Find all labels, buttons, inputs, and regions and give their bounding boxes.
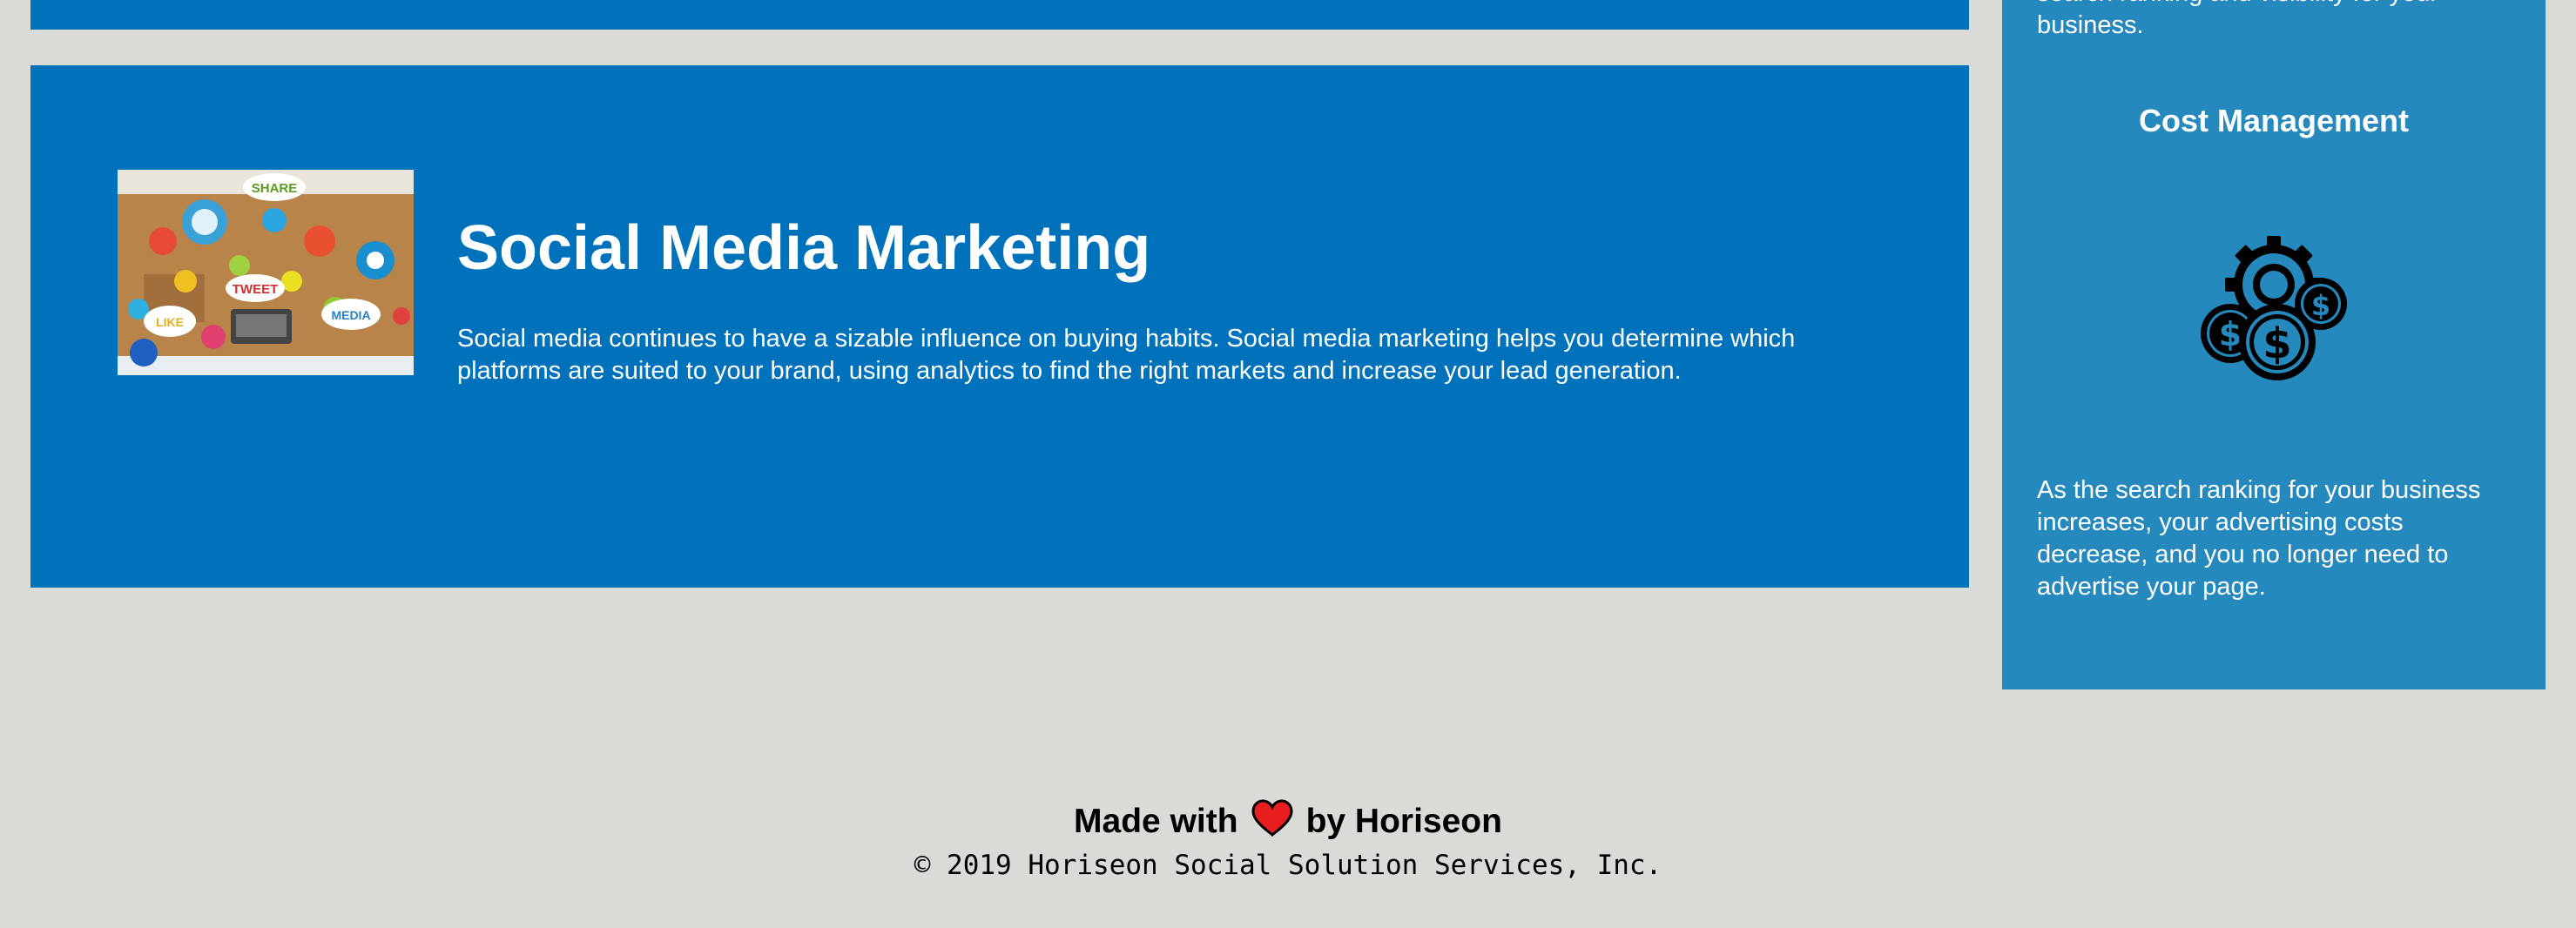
section-title: Social Media Marketing xyxy=(457,213,1151,283)
page-footer: Made with by Horiseon © 2019 Horiseon Soc… xyxy=(0,799,2576,883)
gear-coins-icon: $ $ $ xyxy=(2197,231,2350,384)
benefits-sidebar: search ranking and visibility for your b… xyxy=(2002,0,2546,689)
share-bubble-label: SHARE xyxy=(252,181,298,196)
svg-text:$: $ xyxy=(2311,289,2330,322)
media-bubble-label: MEDIA xyxy=(331,308,370,322)
footer-credit: Made with by Horiseon xyxy=(0,799,2576,848)
social-media-image: SHARE TWEET LIKE MEDIA xyxy=(118,170,414,375)
previous-content-panel xyxy=(30,0,1969,30)
previous-benefit-text: search ranking and visibility for your b… xyxy=(2037,0,2438,39)
cost-management-title: Cost Management xyxy=(2138,103,2410,138)
tweet-bubble-label: TWEET xyxy=(233,282,279,297)
footer-copyright: © 2019 Horiseon Social Solution Services… xyxy=(914,850,1662,881)
footer-made-with: Made with xyxy=(1074,803,1238,840)
social-media-marketing-section: SHARE TWEET LIKE MEDIA Social Media Mark… xyxy=(30,65,1969,588)
heart-icon xyxy=(1251,799,1294,848)
section-description: Social media continues to have a sizable… xyxy=(457,325,1796,385)
svg-text:$: $ xyxy=(2262,319,2291,368)
svg-text:$: $ xyxy=(2219,315,2242,353)
like-bubble-label: LIKE xyxy=(156,315,184,329)
footer-by-horiseon: by Horiseon xyxy=(1305,803,1502,840)
cost-management-text: As the search ranking for your business … xyxy=(2037,476,2481,601)
